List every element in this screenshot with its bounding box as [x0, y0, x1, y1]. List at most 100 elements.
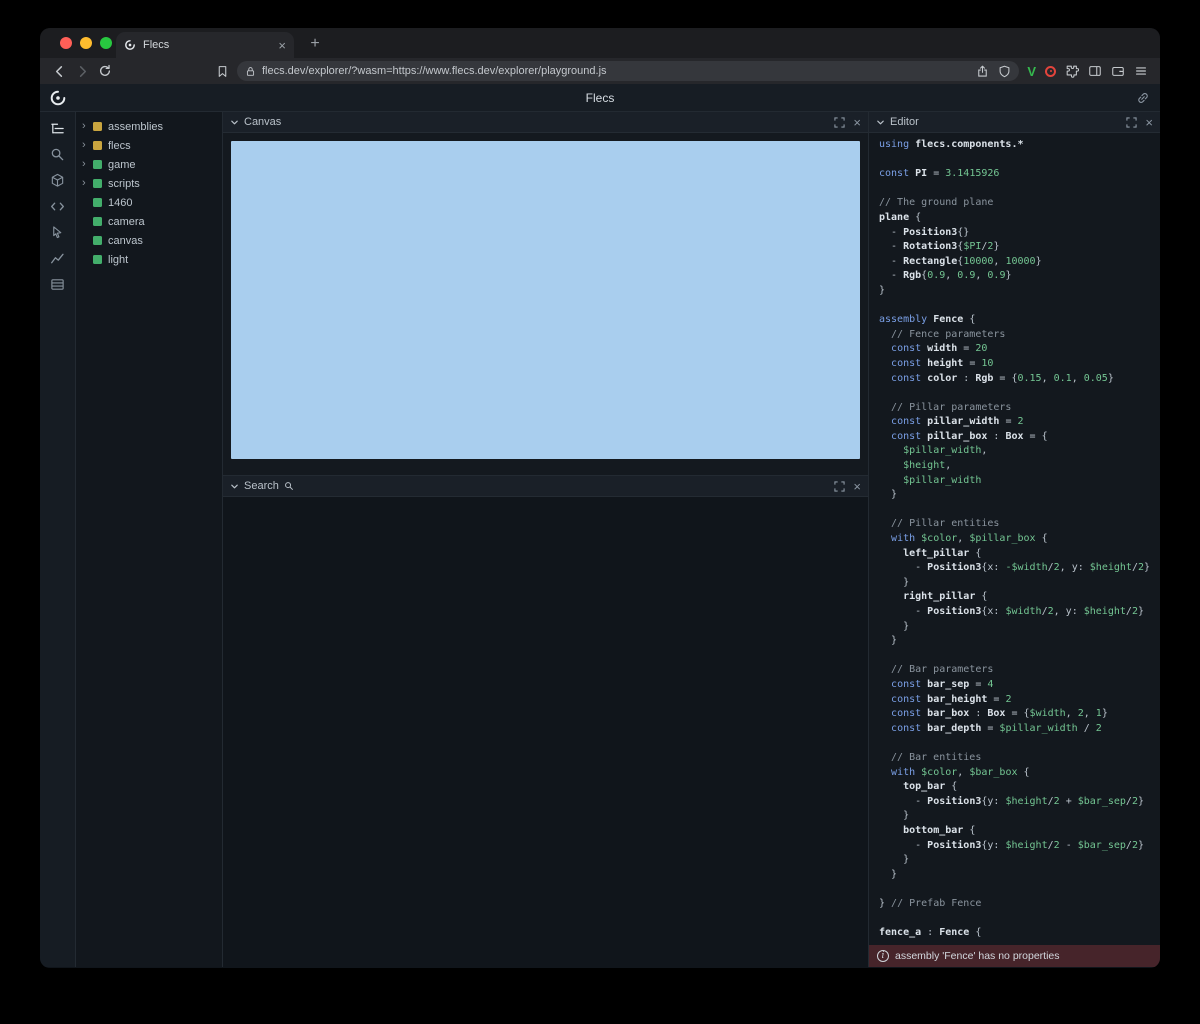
code-line	[879, 299, 1160, 314]
tree-item-assemblies[interactable]: › assemblies	[76, 117, 222, 136]
browser-tab[interactable]: Flecs ×	[116, 32, 294, 58]
panel-collapse-icon[interactable]	[230, 482, 239, 491]
close-panel-icon[interactable]: ×	[1145, 116, 1153, 129]
window-minimize-button[interactable]	[80, 37, 92, 49]
entity-color-square	[93, 255, 102, 264]
tree-item-canvas[interactable]: canvas	[76, 231, 222, 250]
code-line: }	[879, 868, 1160, 883]
lock-icon	[245, 66, 256, 77]
code-line: }	[879, 634, 1160, 649]
expand-panel-icon[interactable]	[834, 481, 845, 492]
code-line: const pillar_box : Box = {	[879, 430, 1160, 445]
new-tab-button[interactable]: +	[304, 34, 326, 56]
code-line	[879, 182, 1160, 197]
panel-collapse-icon[interactable]	[230, 118, 239, 127]
expand-panel-icon[interactable]	[1126, 117, 1137, 128]
shield-icon[interactable]	[998, 65, 1011, 78]
search-panel: Search ×	[223, 476, 868, 967]
inspect-cursor-icon[interactable]	[50, 225, 65, 240]
cube-icon[interactable]	[50, 173, 65, 188]
browser-menu-icon[interactable]	[1134, 64, 1148, 78]
chevron-right-icon[interactable]: ›	[82, 140, 92, 151]
chart-icon[interactable]	[50, 251, 65, 266]
tree-item-game[interactable]: › game	[76, 155, 222, 174]
browser-toolbar: flecs.dev/explorer/?wasm=https://www.fle…	[40, 58, 1160, 84]
recorder-extension-icon[interactable]	[1045, 66, 1056, 77]
tree-item-scripts[interactable]: › scripts	[76, 174, 222, 193]
code-line: using flecs.components.*	[879, 138, 1160, 153]
code-line: with $color, $pillar_box {	[879, 532, 1160, 547]
browser-tab-strip: Flecs × +	[40, 28, 1160, 58]
tree-item-flecs[interactable]: ›flecs	[76, 136, 222, 155]
sidebar-toggle-icon[interactable]	[1088, 64, 1102, 78]
code-line: top_bar {	[879, 780, 1160, 795]
code-line: - Rgb{0.9, 0.9, 0.9}	[879, 269, 1160, 284]
code-icon[interactable]	[50, 199, 65, 214]
code-line: }	[879, 620, 1160, 635]
code-line: - Position3{x: -$width/2, y: $height/2}	[879, 561, 1160, 576]
vpn-extension-icon[interactable]: V	[1027, 64, 1036, 79]
canvas-body	[223, 133, 868, 475]
canvas-panel-title: Canvas	[244, 116, 281, 128]
code-line	[879, 386, 1160, 401]
window-zoom-button[interactable]	[100, 37, 112, 49]
tree-item-camera[interactable]: camera	[76, 212, 222, 231]
code-line: - Position3{x: $width/2, y: $height/2}	[879, 605, 1160, 620]
entity-color-square	[93, 122, 102, 131]
chevron-right-icon[interactable]: ›	[82, 121, 92, 132]
code-line	[879, 649, 1160, 664]
tree-item-light[interactable]: light	[76, 250, 222, 269]
bookmark-icon[interactable]	[216, 65, 229, 78]
code-line: const bar_height = 2	[879, 693, 1160, 708]
entity-color-square	[93, 198, 102, 207]
extensions-puzzle-icon[interactable]	[1065, 64, 1079, 78]
code-line	[879, 153, 1160, 168]
chevron-right-icon[interactable]: ›	[82, 159, 92, 170]
canvas-panel: Canvas ×	[223, 112, 868, 476]
code-line	[879, 911, 1160, 926]
code-line: // Bar parameters	[879, 663, 1160, 678]
chevron-right-icon[interactable]: ›	[82, 178, 92, 189]
wallet-icon[interactable]	[1111, 64, 1125, 78]
entity-color-square	[93, 160, 102, 169]
editor-code[interactable]: using flecs.components.* const PI = 3.14…	[869, 133, 1160, 945]
tree-item-label: assemblies	[108, 121, 163, 133]
code-line: // Fence parameters	[879, 328, 1160, 343]
close-panel-icon[interactable]: ×	[853, 480, 861, 493]
panel-collapse-icon[interactable]	[876, 118, 885, 127]
code-line: $pillar_width	[879, 474, 1160, 489]
search-icon[interactable]	[50, 147, 65, 162]
entity-color-square	[93, 236, 102, 245]
back-button[interactable]	[52, 64, 67, 79]
reload-button[interactable]	[98, 64, 112, 78]
url-bar[interactable]: flecs.dev/explorer/?wasm=https://www.fle…	[237, 61, 1019, 81]
code-line: // Pillar parameters	[879, 401, 1160, 416]
canvas-viewport[interactable]	[231, 141, 860, 459]
code-line: const bar_box : Box = {$width, 2, 1}	[879, 707, 1160, 722]
close-panel-icon[interactable]: ×	[853, 116, 861, 129]
app-main: ›assemblies›flecs›game›scripts1460camera…	[40, 112, 1160, 967]
rows-icon[interactable]	[50, 277, 65, 292]
share-link-icon[interactable]	[1136, 91, 1150, 105]
code-line: - Rotation3{$PI/2}	[879, 240, 1160, 255]
forward-button[interactable]	[75, 64, 90, 79]
search-panel-header: Search ×	[223, 476, 868, 497]
window-close-button[interactable]	[60, 37, 72, 49]
tree-item-label: scripts	[108, 178, 140, 190]
tree-item-1460[interactable]: 1460	[76, 193, 222, 212]
tree-view-icon[interactable]	[50, 121, 65, 136]
tree-item-label: game	[108, 159, 136, 171]
expand-panel-icon[interactable]	[834, 117, 845, 128]
url-text: flecs.dev/explorer/?wasm=https://www.fle…	[262, 65, 970, 77]
code-line: with $color, $bar_box {	[879, 766, 1160, 781]
code-line: const PI = 3.1415926	[879, 167, 1160, 182]
code-line: // Bar entities	[879, 751, 1160, 766]
code-line: $height,	[879, 459, 1160, 474]
search-icon	[284, 481, 294, 491]
share-icon[interactable]	[976, 65, 989, 78]
code-line	[879, 503, 1160, 518]
app-title: Flecs	[40, 91, 1160, 105]
tab-close-icon[interactable]: ×	[278, 39, 286, 52]
editor-panel-header: Editor ×	[869, 112, 1160, 133]
code-line: assembly Fence {	[879, 313, 1160, 328]
